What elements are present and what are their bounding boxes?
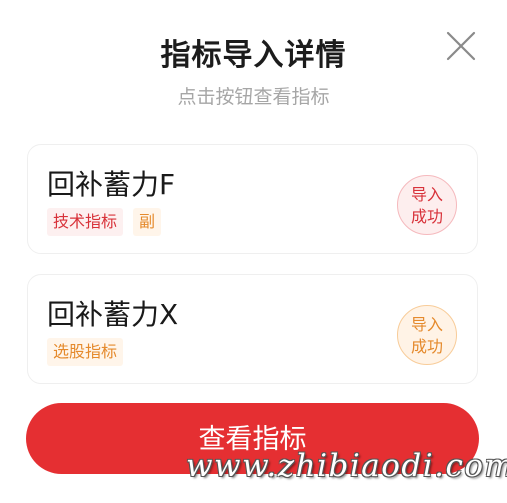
status-text-line1: 导入 [410,185,443,204]
indicator-tags: 技术指标 副 [47,208,162,236]
import-status-badge: 导入 成功 [397,175,457,235]
indicator-card[interactable]: 回补蓄力X 选股指标 导入 成功 [27,274,478,384]
status-text-line2: 成功 [410,337,443,356]
tag-indicator-type: 技术指标 [47,208,124,236]
status-text-line1: 导入 [410,315,443,334]
close-x-icon [446,31,476,61]
import-status-badge: 导入 成功 [397,305,457,365]
watermark-text: www.zhibiaodi.com [186,448,507,484]
indicator-tags: 选股指标 [47,338,124,366]
tag-chart-position: 副 [133,208,162,236]
close-button[interactable] [445,30,477,62]
dialog-title: 指标导入详情 [160,38,347,73]
import-details-dialog: 指标导入详情 点击按钮查看指标 回补蓄力F 技术指标 副 导入 成功 回补蓄力X… [0,0,507,503]
dialog-subtitle: 点击按钮查看指标 [177,86,330,108]
indicator-name: 回补蓄力F [47,168,176,201]
tag-indicator-type: 选股指标 [47,338,124,366]
indicator-card[interactable]: 回补蓄力F 技术指标 副 导入 成功 [27,144,478,254]
status-text-line2: 成功 [410,207,443,226]
indicator-name: 回补蓄力X [47,298,179,331]
